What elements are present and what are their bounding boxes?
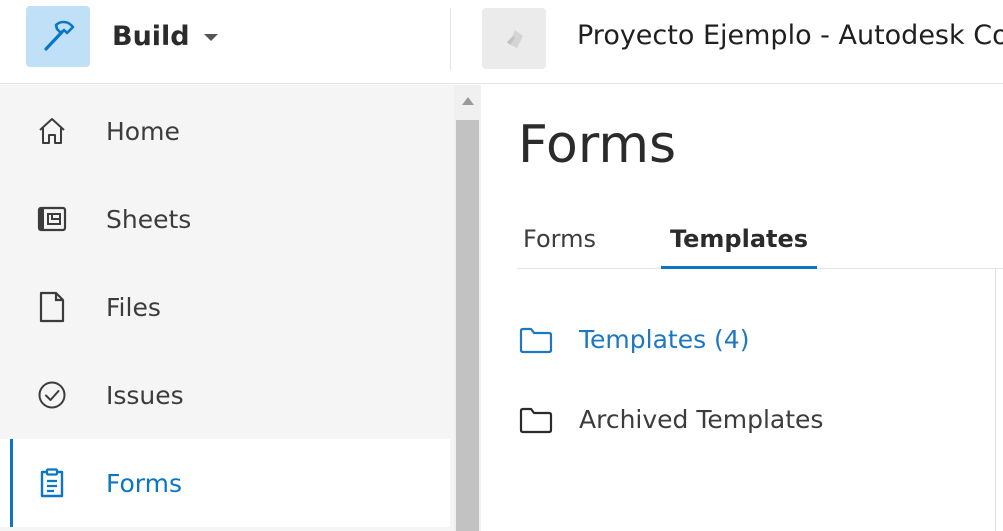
page-title: Forms xyxy=(518,115,677,175)
main-content: Forms Forms Templates Templates (4) Arch… xyxy=(481,85,1003,531)
folder-label: Archived Templates xyxy=(579,405,824,434)
sheets-icon xyxy=(36,203,68,235)
panel-divider xyxy=(995,269,996,531)
sidebar-item-forms[interactable]: Forms xyxy=(0,439,450,527)
scroll-up-arrow-icon[interactable] xyxy=(462,97,474,105)
sidebar: Home Sheets Files Issues Forms xyxy=(0,85,454,531)
sidebar-item-sheets[interactable]: Sheets xyxy=(0,175,450,263)
folder-archived-templates[interactable]: Archived Templates xyxy=(519,405,823,434)
scrollbar-thumb[interactable] xyxy=(456,120,479,531)
sidebar-item-label: Forms xyxy=(106,468,183,498)
app-name: Build xyxy=(112,20,190,52)
sidebar-item-label: Sheets xyxy=(106,204,192,234)
folder-templates[interactable]: Templates (4) xyxy=(519,325,749,354)
sidebar-item-label: Issues xyxy=(106,380,184,410)
file-icon xyxy=(36,291,68,323)
check-circle-icon xyxy=(36,379,68,411)
sidebar-item-issues[interactable]: Issues xyxy=(0,351,450,439)
folder-icon xyxy=(519,327,553,353)
tab-bar: Forms Templates xyxy=(517,219,1003,269)
sidebar-scrollbar[interactable] xyxy=(454,85,481,531)
build-hammer-icon xyxy=(26,5,90,67)
sidebar-item-label: Files xyxy=(106,292,161,322)
chevron-down-icon xyxy=(203,34,218,41)
sidebar-item-files[interactable]: Files xyxy=(0,263,450,351)
sidebar-item-home[interactable]: Home xyxy=(0,87,450,175)
project-thumbnail[interactable] xyxy=(482,8,546,69)
sidebar-item-label: Home xyxy=(106,116,180,146)
tab-templates[interactable]: Templates xyxy=(661,219,817,269)
clipboard-icon xyxy=(36,467,68,499)
top-header: Build Proyecto Ejemplo - Autodesk Co xyxy=(0,0,1003,84)
folder-label: Templates (4) xyxy=(579,325,750,354)
home-icon xyxy=(36,115,68,147)
tab-forms[interactable]: Forms xyxy=(523,219,596,269)
project-name[interactable]: Proyecto Ejemplo - Autodesk Co xyxy=(577,20,1003,51)
folder-icon xyxy=(519,407,553,433)
header-divider xyxy=(450,8,451,70)
app-switcher-button[interactable]: Build xyxy=(26,5,218,67)
